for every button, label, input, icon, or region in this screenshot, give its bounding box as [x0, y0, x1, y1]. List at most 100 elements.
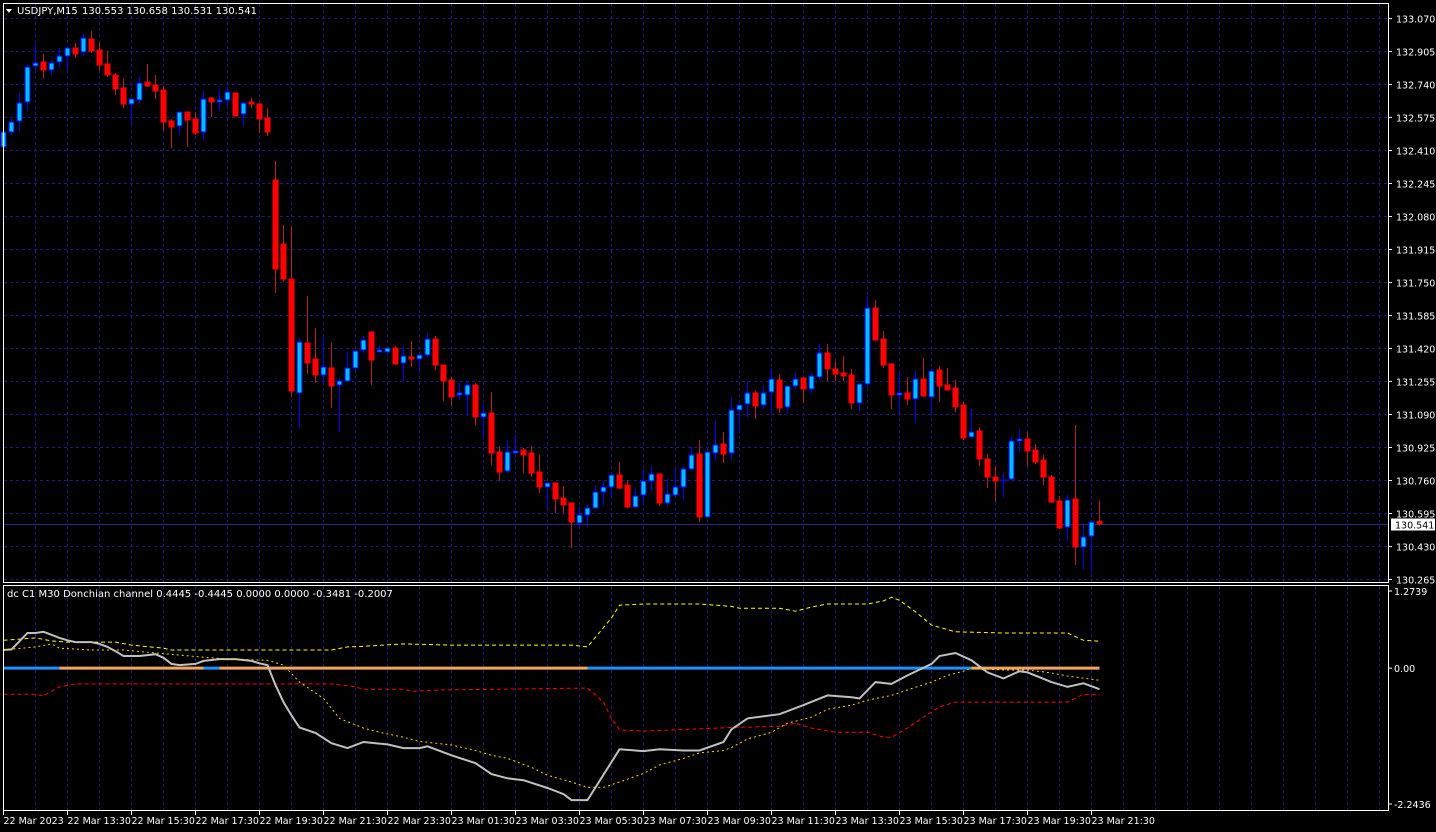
- candle-body: [312, 358, 319, 376]
- candle-body: [360, 339, 367, 351]
- candle-body: [992, 476, 999, 482]
- candle-bearish: [232, 92, 239, 117]
- candle-body: [976, 430, 983, 460]
- price-label: 130.760: [1396, 477, 1435, 488]
- current-price-label: 130.541: [1395, 521, 1434, 532]
- candle-body: [856, 383, 863, 404]
- time-label: 23 Mar 09:30: [708, 816, 771, 827]
- chart-background: [0, 0, 1436, 832]
- time-label: 22 Mar 21:30: [324, 816, 387, 827]
- candle-body: [568, 502, 575, 523]
- candle-body: [584, 507, 591, 516]
- candle-body: [296, 341, 303, 394]
- candle-body: [544, 482, 551, 488]
- candle-body: [216, 99, 223, 103]
- candle-body: [832, 368, 839, 375]
- price-label: 130.265: [1396, 576, 1435, 587]
- candle-body: [104, 63, 111, 76]
- candle-body: [792, 378, 799, 387]
- candle-body: [392, 347, 399, 365]
- candle-body: [1080, 536, 1087, 548]
- candle-body: [440, 364, 447, 382]
- candle-body: [152, 84, 159, 92]
- candle-body: [488, 412, 495, 454]
- price-label: 131.750: [1396, 279, 1435, 290]
- candle-body: [592, 491, 599, 509]
- candle-body: [1024, 438, 1031, 452]
- symbol-timeframe: USDJPY,M15: [17, 6, 78, 17]
- time-label: 23 Mar 13:30: [836, 816, 899, 827]
- candle-body: [1032, 449, 1039, 463]
- candle-body: [232, 92, 239, 117]
- candle-body: [1048, 476, 1055, 503]
- candle-body: [464, 384, 471, 396]
- candle-body: [736, 404, 743, 411]
- candle-body: [208, 97, 215, 103]
- candle-body: [896, 392, 903, 396]
- time-label: 22 Mar 15:30: [132, 816, 195, 827]
- candle-body: [784, 385, 791, 408]
- candle-body: [712, 444, 719, 454]
- time-label: 22 Mar 13:30: [68, 816, 131, 827]
- candle-body: [184, 111, 191, 121]
- candle-body: [1016, 438, 1023, 442]
- candle-body: [368, 331, 375, 361]
- candle-body: [128, 98, 135, 105]
- candle-body: [176, 111, 183, 127]
- candle-body: [608, 474, 615, 488]
- candle-body: [16, 102, 23, 122]
- candle-body: [136, 82, 143, 101]
- candle-body: [40, 61, 47, 71]
- candle-body: [600, 486, 607, 493]
- candle-body: [720, 443, 727, 455]
- candle-body: [56, 55, 63, 63]
- time-label: 23 Mar 05:30: [580, 816, 643, 827]
- candle-body: [872, 307, 879, 341]
- candle-body: [904, 392, 911, 400]
- price-label: 131.585: [1396, 312, 1435, 323]
- candle-body: [32, 62, 39, 67]
- candle-body: [616, 474, 623, 489]
- candle-body: [768, 378, 775, 393]
- candle-body: [112, 74, 119, 90]
- candle-body: [864, 307, 871, 385]
- indicator-label: dc C1 M30 Donchian channel 0.4445 -0.444…: [7, 589, 393, 600]
- chart-window[interactable]: 133.070 132.905 132.740 132.575 132.410 132.2…: [0, 0, 1436, 832]
- candle-body: [24, 66, 31, 103]
- candle-body: [1072, 498, 1079, 548]
- price-label: 132.080: [1396, 213, 1435, 224]
- candle-body: [280, 243, 287, 280]
- price-label: 130.925: [1396, 444, 1435, 455]
- candle-bullish: [384, 347, 391, 353]
- price-label: 132.410: [1396, 147, 1435, 158]
- candle-body: [1056, 500, 1063, 529]
- candle-bearish: [1048, 475, 1055, 503]
- price-label: 131.090: [1396, 411, 1435, 422]
- candle-body: [696, 453, 703, 518]
- candle-body: [520, 449, 527, 456]
- candle-body: [160, 89, 167, 123]
- candle-body: [512, 450, 519, 454]
- candle-body: [328, 367, 335, 387]
- time-label: 22 Mar 2023: [4, 816, 64, 827]
- candle-bearish: [392, 346, 399, 365]
- candle-body: [504, 451, 511, 472]
- candle-bearish: [776, 374, 783, 413]
- candle-body: [1040, 459, 1047, 478]
- candle-bearish: [848, 369, 855, 409]
- price-label: 130.430: [1396, 543, 1435, 554]
- candle-body: [384, 347, 391, 353]
- candle-body: [96, 49, 103, 66]
- candle-body: [496, 451, 503, 473]
- candle-body: [88, 38, 95, 52]
- time-label: 23 Mar 19:30: [1028, 816, 1091, 827]
- candle-body: [336, 380, 343, 386]
- candle-body: [936, 369, 943, 387]
- price-label: 131.420: [1396, 345, 1435, 356]
- candle-body: [680, 468, 687, 488]
- candle-body: [672, 486, 679, 496]
- candle-body: [168, 120, 175, 128]
- candle-body: [760, 392, 767, 406]
- time-label: 22 Mar 19:30: [260, 816, 323, 827]
- candle-body: [472, 384, 479, 418]
